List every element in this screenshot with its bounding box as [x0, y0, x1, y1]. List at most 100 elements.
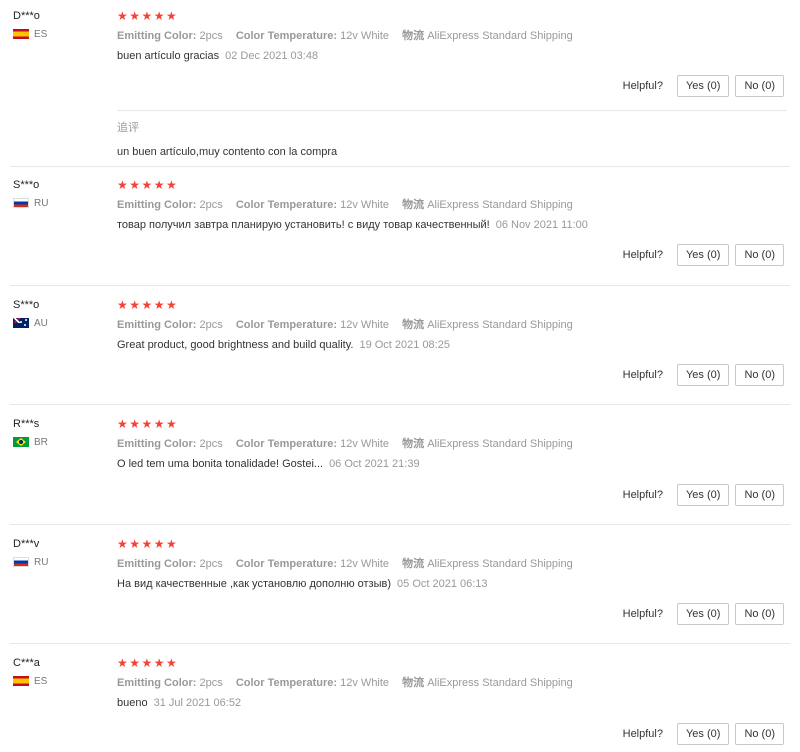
shipping-label: 物流 — [402, 319, 425, 331]
additional-divider — [117, 110, 787, 111]
reviewer-info: S***o RU — [13, 178, 108, 209]
emitting-color-value: 2pcs — [199, 677, 223, 689]
shipping-label: 物流 — [402, 677, 425, 689]
ru-flag-icon — [13, 557, 29, 567]
color-temperature-label: Color Temperature: — [235, 558, 338, 570]
star-rating-icon: ★★★★★ — [117, 9, 179, 23]
reviewer-name: S***o — [13, 299, 40, 311]
review-date: 05 Oct 2021 06:13 — [397, 578, 488, 590]
emitting-color-label: Emitting Color: — [117, 199, 197, 211]
helpful-no-button[interactable]: No (0) — [735, 484, 784, 506]
review-text: O led tem uma bonita tonalidade! Gostei.… — [117, 458, 324, 470]
reviewer-name: S***o — [13, 179, 40, 191]
color-temperature-label: Color Temperature: — [235, 30, 338, 42]
ru-flag-icon — [13, 198, 29, 208]
shipping-label: 物流 — [402, 438, 425, 450]
country-code: BR — [34, 436, 48, 448]
color-temperature-value: 12v White — [340, 677, 390, 689]
feedback-list: D***o ES ★★★★★ Emitting Color: 2pcs Colo… — [0, 0, 800, 752]
emitting-color-label: Emitting Color: — [117, 30, 197, 42]
color-temperature-label: Color Temperature: — [235, 677, 338, 689]
star-rating-icon: ★★★★★ — [117, 178, 179, 192]
review-body: ★★★★★ Emitting Color: 2pcs Color Tempera… — [117, 417, 787, 471]
country-code: AU — [34, 317, 48, 329]
reviewer-country: BR — [13, 436, 108, 448]
shipping-value: AliExpress Standard Shipping — [427, 438, 573, 450]
shipping-label: 物流 — [402, 199, 425, 211]
helpful-yes-button[interactable]: Yes (0) — [676, 723, 730, 745]
color-temperature-value: 12v White — [340, 30, 390, 42]
review-text: Great product, good brightness and build… — [117, 339, 354, 351]
review-attributes: Emitting Color: 2pcs Color Temperature: … — [117, 437, 787, 451]
review-date: 06 Oct 2021 21:39 — [329, 458, 420, 470]
helpful-no-button[interactable]: No (0) — [735, 603, 784, 625]
review-content: На вид качественные ,как установлю допол… — [117, 577, 787, 591]
helpful-yes-button[interactable]: Yes (0) — [676, 484, 730, 506]
reviewer-name: C***a — [13, 657, 40, 669]
reviewer-country: AU — [13, 317, 108, 329]
review-text: товар получил завтра планирую установить… — [117, 219, 490, 231]
country-code: ES — [34, 675, 48, 687]
review-divider — [10, 285, 790, 286]
emitting-color-value: 2pcs — [199, 30, 223, 42]
br-flag-icon — [13, 437, 29, 447]
color-temperature-label: Color Temperature: — [235, 199, 338, 211]
emitting-color-label: Emitting Color: — [117, 319, 197, 331]
review-attributes: Emitting Color: 2pcs Color Temperature: … — [117, 676, 787, 690]
country-code: RU — [34, 197, 49, 209]
review-body: ★★★★★ Emitting Color: 2pcs Color Tempera… — [117, 298, 787, 352]
review-content: товар получил завтра планирую установить… — [117, 218, 787, 232]
review-content: Great product, good brightness and build… — [117, 338, 787, 352]
reviewer-country: RU — [13, 197, 108, 209]
emitting-color-label: Emitting Color: — [117, 677, 197, 689]
es-flag-icon — [13, 676, 29, 686]
reviewer-name: D***v — [13, 538, 40, 550]
color-temperature-label: Color Temperature: — [235, 438, 338, 450]
star-rating-icon: ★★★★★ — [117, 417, 179, 431]
helpful-no-button[interactable]: No (0) — [735, 723, 784, 745]
au-flag-icon — [13, 318, 29, 328]
helpful-label: Helpful? — [622, 608, 663, 620]
review-attributes: Emitting Color: 2pcs Color Temperature: … — [117, 29, 787, 43]
star-rating-icon: ★★★★★ — [117, 656, 179, 670]
review-date: 06 Nov 2021 11:00 — [495, 219, 588, 231]
reviewer-country: ES — [13, 28, 108, 40]
helpful-yes-button[interactable]: Yes (0) — [676, 244, 730, 266]
helpful-label: Helpful? — [622, 80, 663, 92]
review-divider — [10, 404, 790, 405]
country-code: RU — [34, 556, 49, 568]
shipping-value: AliExpress Standard Shipping — [427, 677, 573, 689]
es-flag-icon — [13, 29, 29, 39]
helpful-no-button[interactable]: No (0) — [735, 75, 784, 97]
helpful-no-button[interactable]: No (0) — [735, 244, 784, 266]
shipping-value: AliExpress Standard Shipping — [427, 30, 573, 42]
review-body: ★★★★★ Emitting Color: 2pcs Color Tempera… — [117, 656, 787, 710]
emitting-color-label: Emitting Color: — [117, 558, 197, 570]
helpful-yes-button[interactable]: Yes (0) — [676, 603, 730, 625]
reviewer-info: C***a ES — [13, 656, 108, 687]
helpful-no-button[interactable]: No (0) — [735, 364, 784, 386]
emitting-color-value: 2pcs — [199, 319, 223, 331]
helpful-label: Helpful? — [622, 489, 663, 501]
helpful-label: Helpful? — [622, 369, 663, 381]
reviewer-info: R***s BR — [13, 417, 108, 448]
emitting-color-value: 2pcs — [199, 438, 223, 450]
review-attributes: Emitting Color: 2pcs Color Temperature: … — [117, 557, 787, 571]
review-body: ★★★★★ Emitting Color: 2pcs Color Tempera… — [117, 537, 787, 591]
country-code: ES — [34, 28, 48, 40]
review-text: buen artículo gracias — [117, 50, 220, 62]
review-body: ★★★★★ Emitting Color: 2pcs Color Tempera… — [117, 9, 787, 63]
shipping-value: AliExpress Standard Shipping — [427, 319, 573, 331]
star-rating-icon: ★★★★★ — [117, 298, 179, 312]
helpful-vote: Helpful? Yes (0) No (0) — [623, 364, 784, 386]
helpful-yes-button[interactable]: Yes (0) — [676, 75, 730, 97]
review-text: bueno — [117, 697, 148, 709]
shipping-value: AliExpress Standard Shipping — [427, 558, 573, 570]
helpful-vote: Helpful? Yes (0) No (0) — [623, 603, 784, 625]
reviewer-name: R***s — [13, 418, 40, 430]
shipping-label: 物流 — [402, 30, 425, 42]
review-attributes: Emitting Color: 2pcs Color Temperature: … — [117, 198, 787, 212]
color-temperature-label: Color Temperature: — [235, 319, 338, 331]
helpful-yes-button[interactable]: Yes (0) — [676, 364, 730, 386]
review-text: На вид качественные ,как установлю допол… — [117, 578, 392, 590]
